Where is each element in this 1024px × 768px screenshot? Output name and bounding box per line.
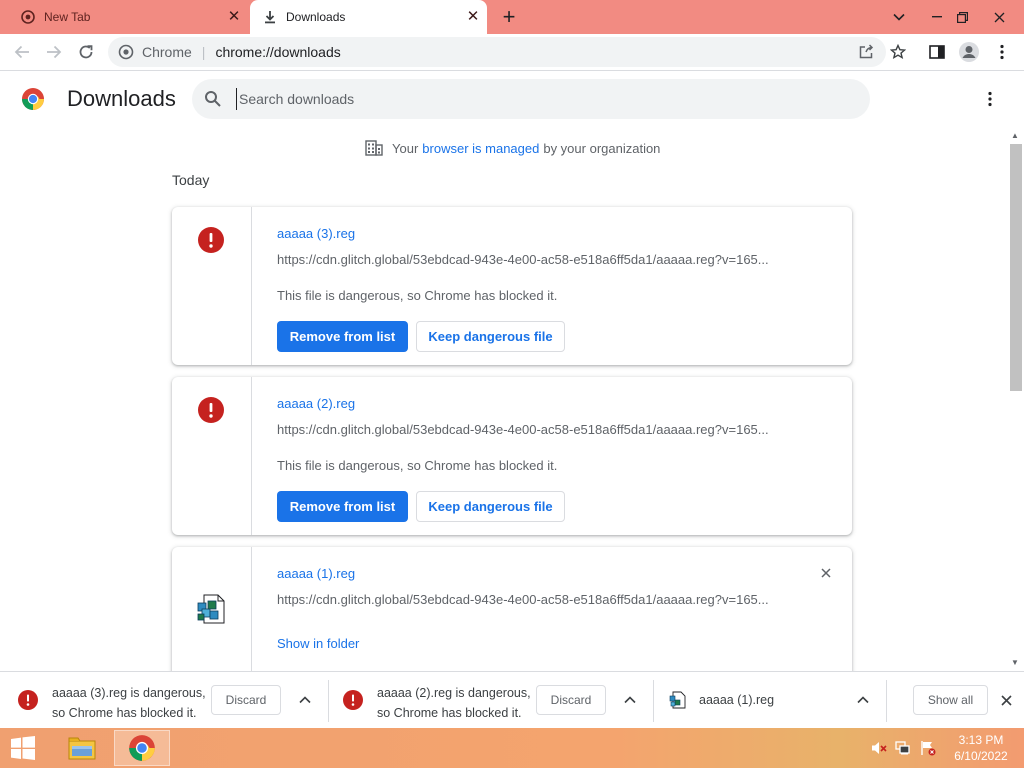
keep-dangerous-file-button[interactable]: Keep dangerous file bbox=[416, 321, 565, 352]
download-file-name[interactable]: aaaaa (2).reg bbox=[277, 396, 355, 411]
tab-title: Downloads bbox=[286, 10, 346, 24]
download-card: aaaaa (1).reg https://cdn.glitch.global/… bbox=[172, 547, 852, 687]
browser-toolbar: Chrome | chrome://downloads bbox=[0, 34, 1024, 71]
chevron-up-icon[interactable] bbox=[853, 690, 873, 710]
tab-downloads[interactable]: Downloads ✕ bbox=[250, 0, 487, 34]
reload-icon[interactable] bbox=[72, 38, 100, 66]
building-icon bbox=[365, 140, 383, 156]
close-shelf-icon[interactable] bbox=[996, 690, 1016, 710]
restore-icon[interactable] bbox=[945, 0, 979, 34]
shelf-divider bbox=[653, 680, 654, 722]
shelf-item-line: so Chrome has blocked it. bbox=[377, 706, 522, 720]
back-arrow-icon[interactable] bbox=[8, 38, 36, 66]
forward-arrow-icon[interactable] bbox=[40, 38, 68, 66]
shelf-item[interactable]: aaaaa (3).reg is dangerous, so Chrome ha… bbox=[0, 672, 326, 729]
search-box[interactable] bbox=[192, 79, 870, 119]
remove-download-close-icon[interactable] bbox=[817, 564, 835, 582]
close-window-icon[interactable] bbox=[982, 0, 1016, 34]
danger-warning-icon bbox=[343, 690, 363, 710]
shelf-item-line: aaaaa (3).reg is dangerous, bbox=[52, 686, 206, 700]
shelf-item-text: aaaaa (2).reg is dangerous, so Chrome ha… bbox=[377, 683, 531, 723]
shelf-item-file-name: aaaaa (1).reg bbox=[699, 693, 775, 707]
download-card: aaaaa (3).reg https://cdn.glitch.global/… bbox=[172, 207, 852, 365]
volume-muted-icon[interactable] bbox=[871, 740, 887, 756]
page-title: Downloads bbox=[67, 86, 176, 111]
remove-from-list-button[interactable]: Remove from list bbox=[277, 321, 408, 352]
download-danger-message: This file is dangerous, so Chrome has bl… bbox=[277, 288, 558, 303]
section-date-header: Today bbox=[172, 172, 210, 188]
scroll-thumb[interactable] bbox=[1010, 144, 1022, 391]
shelf-divider bbox=[886, 680, 887, 722]
bookmark-star-icon[interactable] bbox=[884, 38, 912, 66]
keep-dangerous-file-button[interactable]: Keep dangerous file bbox=[416, 491, 565, 522]
show-in-folder-link[interactable]: Show in folder bbox=[277, 636, 359, 651]
shelf-item[interactable]: aaaaa (1).reg bbox=[655, 672, 885, 729]
more-actions-icon[interactable] bbox=[978, 87, 1002, 111]
search-icon bbox=[204, 90, 222, 108]
danger-warning-icon bbox=[198, 397, 224, 423]
remove-from-list-button[interactable]: Remove from list bbox=[277, 491, 408, 522]
profile-avatar-icon[interactable] bbox=[955, 38, 983, 66]
download-url[interactable]: https://cdn.glitch.global/53ebdcad-943e-… bbox=[277, 592, 769, 607]
discard-button[interactable]: Discard bbox=[211, 685, 281, 715]
chrome-logo-icon bbox=[21, 87, 45, 111]
side-panel-icon[interactable] bbox=[923, 38, 951, 66]
shelf-item-line: aaaaa (2).reg is dangerous, bbox=[377, 686, 531, 700]
chevron-up-icon[interactable] bbox=[620, 690, 640, 710]
chevron-up-icon[interactable] bbox=[295, 690, 315, 710]
windows-taskbar: 3:13 PM 6/10/2022 bbox=[0, 728, 1024, 768]
shelf-item[interactable]: aaaaa (2).reg is dangerous, so Chrome ha… bbox=[325, 672, 651, 729]
chrome-taskbar-icon[interactable] bbox=[114, 730, 170, 766]
download-file-name[interactable]: aaaaa (1).reg bbox=[277, 566, 355, 581]
managed-suffix: by your organization bbox=[543, 140, 661, 156]
address-bar[interactable]: Chrome | chrome://downloads bbox=[108, 37, 886, 67]
registry-file-icon bbox=[669, 691, 687, 709]
managed-link[interactable]: browser is managed bbox=[422, 141, 539, 156]
omnibox-separator: | bbox=[201, 44, 206, 60]
url-text[interactable]: chrome://downloads bbox=[215, 44, 340, 60]
tab-title: New Tab bbox=[44, 10, 91, 24]
chrome-menu-icon[interactable] bbox=[988, 38, 1016, 66]
managed-prefix: Your bbox=[392, 140, 419, 156]
clock-date: 6/10/2022 bbox=[954, 749, 1008, 763]
scroll-up-arrow-icon[interactable]: ▲ bbox=[1011, 131, 1019, 140]
download-url[interactable]: https://cdn.glitch.global/53ebdcad-943e-… bbox=[277, 252, 769, 267]
search-input[interactable] bbox=[236, 88, 836, 110]
site-label: Chrome bbox=[142, 44, 192, 60]
discard-button[interactable]: Discard bbox=[536, 685, 606, 715]
download-icon bbox=[262, 9, 278, 25]
chrome-favicon-icon bbox=[20, 9, 36, 25]
registry-file-icon bbox=[196, 593, 228, 625]
windows-start-icon[interactable] bbox=[8, 735, 38, 761]
download-file-name[interactable]: aaaaa (3).reg bbox=[277, 226, 355, 241]
new-tab-plus-icon[interactable]: + bbox=[498, 6, 520, 28]
page-scrollbar[interactable]: ▲ ▼ bbox=[1008, 127, 1024, 671]
tab-close-icon[interactable]: ✕ bbox=[226, 9, 242, 25]
tab-new-tab[interactable]: New Tab ✕ bbox=[8, 0, 248, 34]
download-danger-message: This file is dangerous, so Chrome has bl… bbox=[277, 458, 558, 473]
tab-strip: New Tab ✕ Downloads ✕ + bbox=[0, 0, 1024, 34]
download-card: aaaaa (2).reg https://cdn.glitch.global/… bbox=[172, 377, 852, 535]
danger-warning-icon bbox=[18, 690, 38, 710]
show-all-button[interactable]: Show all bbox=[913, 685, 988, 715]
shelf-item-line: so Chrome has blocked it. bbox=[52, 706, 197, 720]
download-shelf: aaaaa (3).reg is dangerous, so Chrome ha… bbox=[0, 671, 1024, 728]
managed-notice: Your browser is managed by your organiza… bbox=[365, 140, 660, 156]
tab-search-chevron-icon[interactable] bbox=[882, 0, 916, 34]
share-icon[interactable] bbox=[858, 44, 874, 60]
file-explorer-icon[interactable] bbox=[54, 730, 110, 766]
download-url[interactable]: https://cdn.glitch.global/53ebdcad-943e-… bbox=[277, 422, 769, 437]
downloads-header: Downloads bbox=[0, 71, 1024, 127]
chrome-site-icon bbox=[118, 44, 134, 60]
danger-warning-icon bbox=[198, 227, 224, 253]
network-icon[interactable] bbox=[895, 740, 911, 756]
shelf-item-text: aaaaa (3).reg is dangerous, so Chrome ha… bbox=[52, 683, 206, 723]
taskbar-clock[interactable]: 3:13 PM 6/10/2022 bbox=[946, 732, 1016, 764]
tab-close-icon[interactable]: ✕ bbox=[465, 9, 481, 25]
scroll-down-arrow-icon[interactable]: ▼ bbox=[1011, 658, 1019, 667]
clock-time: 3:13 PM bbox=[958, 733, 1004, 747]
action-center-flag-icon[interactable] bbox=[920, 740, 936, 756]
